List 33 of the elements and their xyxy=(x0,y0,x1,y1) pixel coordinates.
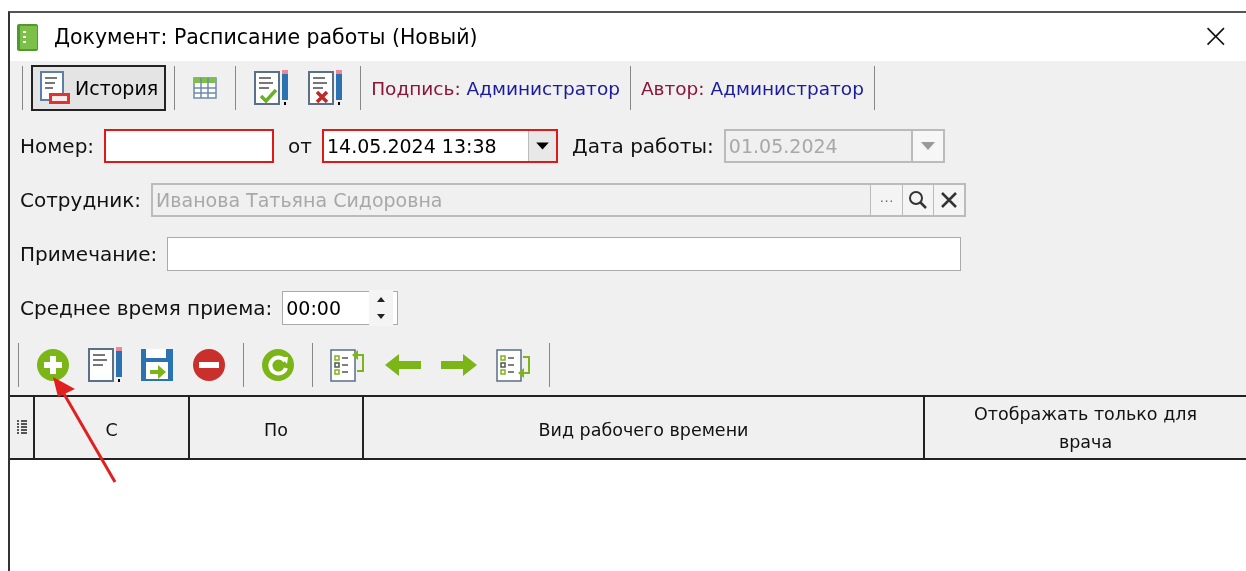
edit-icon[interactable] xyxy=(87,347,123,383)
column-header[interactable]: Отображать только для врача xyxy=(925,397,1246,458)
field-label: от xyxy=(288,134,312,158)
input-field[interactable] xyxy=(167,237,962,271)
table-icon[interactable] xyxy=(192,75,219,101)
save-icon[interactable] xyxy=(139,347,175,383)
date-field[interactable]: 14.05.2024 13:38 xyxy=(322,129,558,163)
close-button[interactable]: × xyxy=(1189,20,1242,54)
field-label: Номер: xyxy=(20,134,95,158)
unsign-document-icon[interactable] xyxy=(307,70,344,106)
add-icon[interactable] xyxy=(35,347,71,383)
column-header[interactable]: Вид рабочего времени xyxy=(364,397,925,458)
author-text: Автор: Администратор xyxy=(639,77,865,99)
signature-text: Подпись: Администратор xyxy=(370,77,621,99)
field-label: Среднее время приема: xyxy=(20,296,273,320)
delete-icon[interactable] xyxy=(191,347,227,383)
window-title: Документ: Расписание работы (Новый) xyxy=(54,25,479,49)
dropdown-caret-icon[interactable] xyxy=(528,131,556,161)
sign-document-icon[interactable] xyxy=(253,70,290,106)
spinner-arrows-icon[interactable] xyxy=(369,290,394,326)
field-label: Примечание: xyxy=(20,242,158,266)
history-button[interactable]: История xyxy=(31,65,167,111)
list-icon xyxy=(16,419,27,435)
time-spinner[interactable]: 00:00 xyxy=(282,291,399,325)
column-header[interactable]: С xyxy=(35,397,190,458)
list-move-up-icon[interactable] xyxy=(329,347,367,383)
field-label: Дата работы: xyxy=(572,134,714,158)
field-label: Сотрудник: xyxy=(20,188,142,212)
column-header[interactable]: По xyxy=(190,397,364,458)
list-move-down-icon[interactable] xyxy=(495,347,533,383)
document-icon xyxy=(14,22,40,52)
input-field[interactable] xyxy=(104,129,275,163)
log-icon xyxy=(39,71,71,105)
